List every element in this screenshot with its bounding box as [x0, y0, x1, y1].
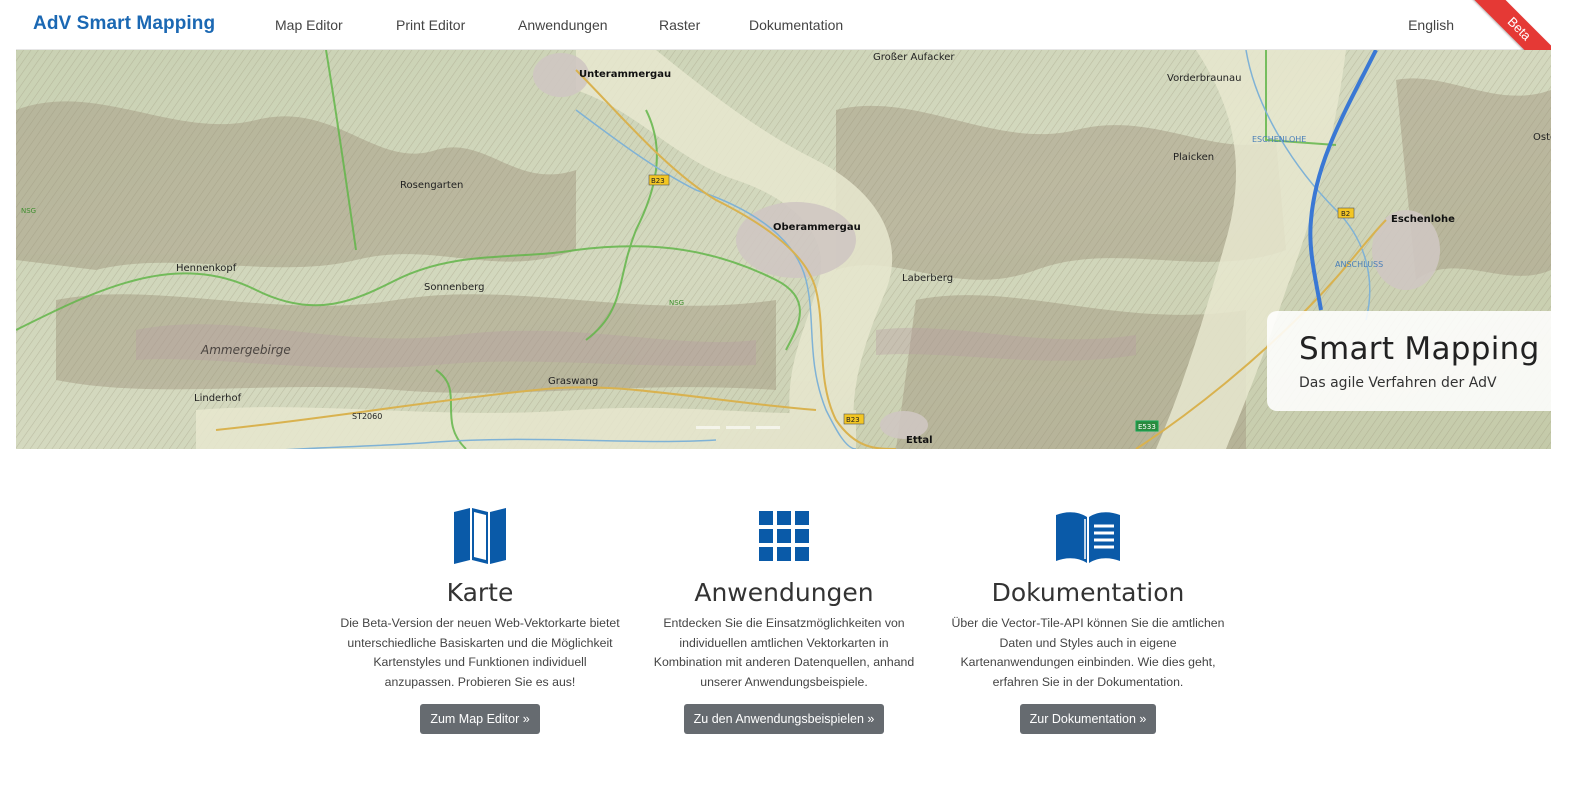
map-label-st2060: ST2060: [352, 412, 382, 421]
map-label-oberammergau: Oberammergau: [773, 222, 861, 233]
nav-raster[interactable]: Raster: [659, 17, 700, 33]
map-label-b23-south: B23: [846, 416, 860, 424]
feature-text-dokumentation: Über die Vector-Tile-API können Sie die …: [951, 616, 1225, 689]
map-label-nsg-west: NSG: [21, 207, 36, 215]
map-label-vorderbraunau: Vorderbraunau: [1167, 73, 1241, 84]
feature-text-karte: Die Beta-Version der neuen Web-Vektorkar…: [340, 616, 620, 689]
map-label-ammergebirge: Ammergebirge: [200, 343, 291, 357]
nav-dokumentation[interactable]: Dokumentation: [749, 17, 843, 33]
map-label-e533: E533: [1138, 423, 1156, 431]
map-label-eschenlohe-river: ESCHENLOHE: [1252, 135, 1306, 144]
feature-title-anwendungen: Anwendungen: [694, 578, 874, 607]
carousel-dot[interactable]: [726, 426, 750, 429]
map-label-b23-north: B23: [651, 177, 665, 185]
book-icon: [948, 505, 1228, 567]
map-label-linderhof: Linderhof: [194, 393, 242, 404]
nav-map-editor[interactable]: Map Editor: [275, 17, 343, 33]
map-label-nsg-center: NSG: [669, 299, 684, 307]
nav-anwendungen[interactable]: Anwendungen: [518, 17, 608, 33]
map-label-oste: Oste: [1533, 132, 1551, 143]
feature-title-dokumentation: Dokumentation: [991, 578, 1185, 607]
hero-caption: Smart Mapping Das agile Verfahren der Ad…: [1267, 311, 1551, 411]
dokumentation-button[interactable]: Zur Dokumentation »: [1019, 704, 1157, 734]
map-label-anschluss: ANSCHLUSS: [1335, 260, 1383, 269]
map-label-b2: B2: [1341, 210, 1350, 218]
map-label-unterammergau: Unterammergau: [579, 69, 671, 80]
hero-carousel[interactable]: Unterammergau Großer Aufacker Vorderbrau…: [16, 50, 1551, 449]
feature-text-anwendungen: Entdecken Sie die Einsatzmöglichkeiten v…: [653, 616, 915, 689]
map-label-eschenlohe: Eschenlohe: [1391, 214, 1455, 225]
carousel-indicators: [696, 426, 780, 429]
feature-karte: Karte Die Beta-Version der neuen Web-Vek…: [340, 505, 620, 734]
hero-subtitle: Das agile Verfahren der AdV: [1299, 375, 1497, 391]
map-icon: [340, 505, 620, 567]
carousel-dot[interactable]: [756, 426, 780, 429]
feature-dokumentation: Dokumentation Über die Vector-Tile-API k…: [948, 505, 1228, 734]
feature-anwendungen: Anwendungen Entdecken Sie die Einsatzmög…: [644, 505, 924, 734]
hero-title: Smart Mapping: [1299, 331, 1540, 367]
carousel-dot[interactable]: [696, 426, 720, 429]
map-label-grosser-aufacker: Großer Aufacker: [873, 52, 955, 63]
map-label-hennenkopf: Hennenkopf: [176, 263, 237, 274]
language-switch[interactable]: English: [1408, 17, 1454, 33]
map-label-laberberg: Laberberg: [902, 273, 953, 284]
map-label-plaicken: Plaicken: [1173, 152, 1214, 163]
top-navbar: AdV Smart Mapping Map Editor Print Edito…: [16, 0, 1551, 80]
map-label-ettal: Ettal: [906, 435, 933, 446]
map-editor-button[interactable]: Zum Map Editor »: [420, 704, 540, 734]
nav-print-editor[interactable]: Print Editor: [396, 17, 465, 33]
map-label-sonnenberg: Sonnenberg: [424, 282, 484, 293]
anwendungsbeispiele-button[interactable]: Zu den Anwendungsbeispielen »: [683, 704, 885, 734]
map-label-rosengarten: Rosengarten: [400, 180, 463, 191]
grid-icon: [644, 505, 924, 567]
brand-logo[interactable]: AdV Smart Mapping: [33, 13, 215, 35]
map-label-graswang: Graswang: [548, 376, 598, 387]
feature-title-karte: Karte: [446, 578, 514, 607]
